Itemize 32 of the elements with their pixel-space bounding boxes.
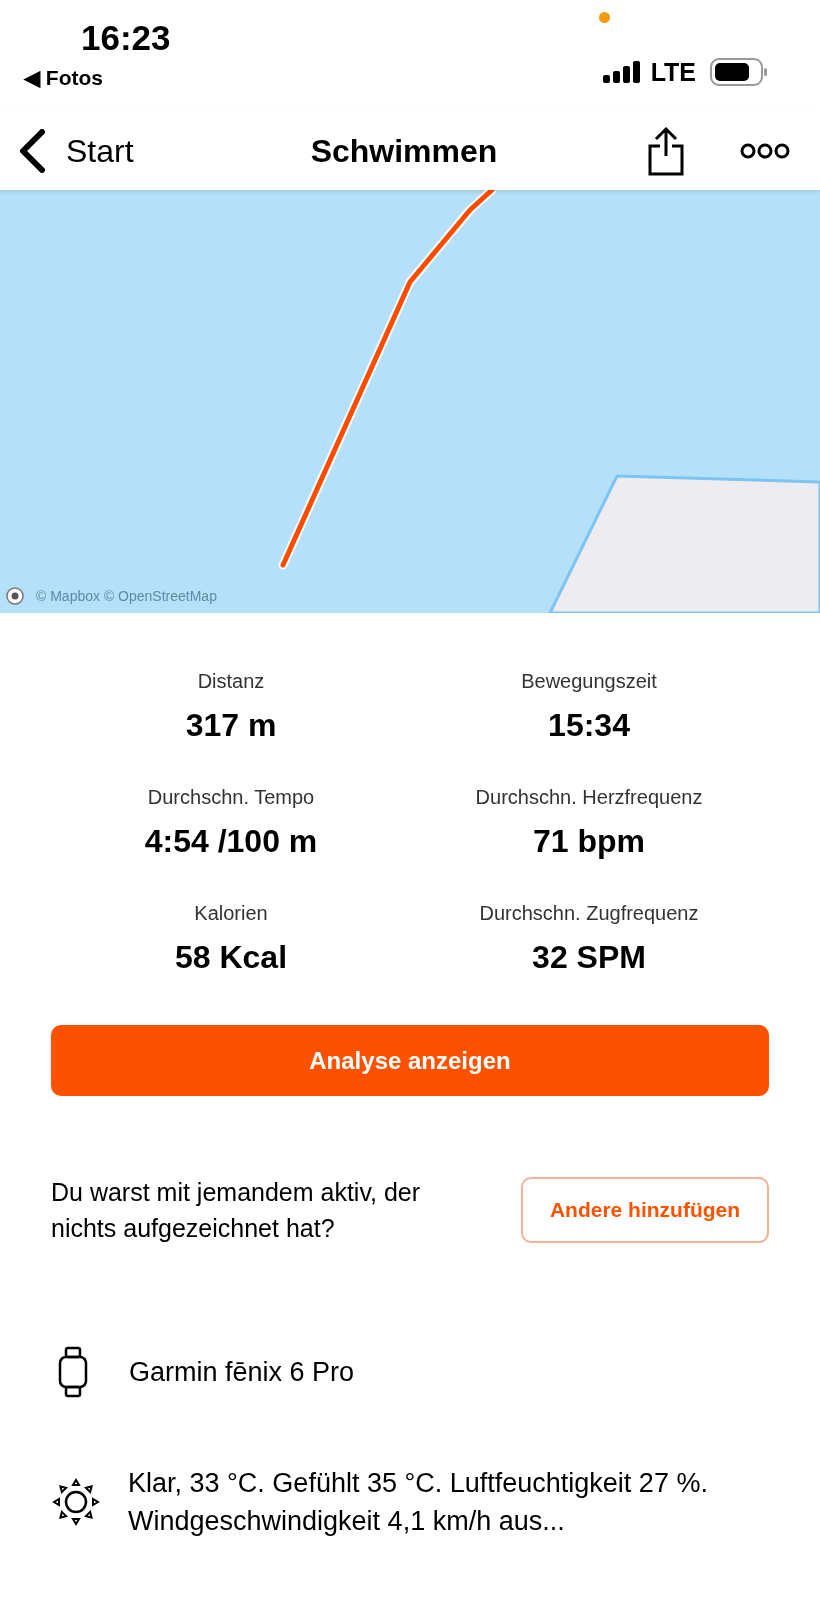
back-button[interactable]: Start (18, 129, 134, 173)
watch-icon (57, 1346, 89, 1398)
add-others-button[interactable]: Andere hinzufügen (521, 1177, 769, 1243)
signal-icon (602, 61, 643, 83)
map-attribution[interactable]: © Mapbox © OpenStreetMap (36, 588, 217, 604)
stat-label: Durchschn. Herzfrequenz (475, 785, 703, 809)
stat-label: Distanz (197, 669, 265, 693)
network-label: LTE (650, 57, 696, 87)
stat-label: Bewegungszeit (521, 669, 657, 693)
battery-icon (710, 58, 768, 86)
stat-label: Kalorien (194, 901, 268, 925)
analysis-button[interactable]: Analyse anzeigen (51, 1025, 769, 1096)
screen-title: Schwimmen (309, 132, 499, 170)
back-to-app-link[interactable]: ◀ Fotos (24, 66, 171, 90)
stat-value: 4:54 /100 m (144, 823, 318, 859)
stat-value: 71 bpm (533, 823, 645, 859)
share-icon[interactable] (648, 126, 684, 176)
stat-value: 32 SPM (532, 939, 646, 975)
stat-value: 15:34 (548, 707, 630, 743)
partner-question: Du warst mit jemandem aktiv, der nichts aufgezeichnet hat? (51, 1177, 422, 1244)
stat-label: Durchschn. Tempo (147, 785, 315, 809)
device-name: Garmin fēnix 6 Pro (129, 1356, 355, 1389)
stat-label: Durchschn. Zugfrequenz (479, 901, 699, 925)
more-icon[interactable] (740, 143, 790, 159)
sun-icon (51, 1477, 101, 1527)
privacy-indicator-icon (598, 12, 610, 23)
stat-value: 58 Kcal (174, 939, 288, 975)
map-logo-icon (6, 587, 24, 605)
back-icon (18, 129, 48, 173)
stat-value: 317 m (185, 707, 277, 743)
status-time: 16:23 (81, 18, 171, 58)
weather-summary: Klar, 33 °C. Gefühlt 35 °C. Luftfeuchtigkeit 27 %. Windgeschwindigkeit 4,1 km/h aus... (128, 1467, 709, 1538)
